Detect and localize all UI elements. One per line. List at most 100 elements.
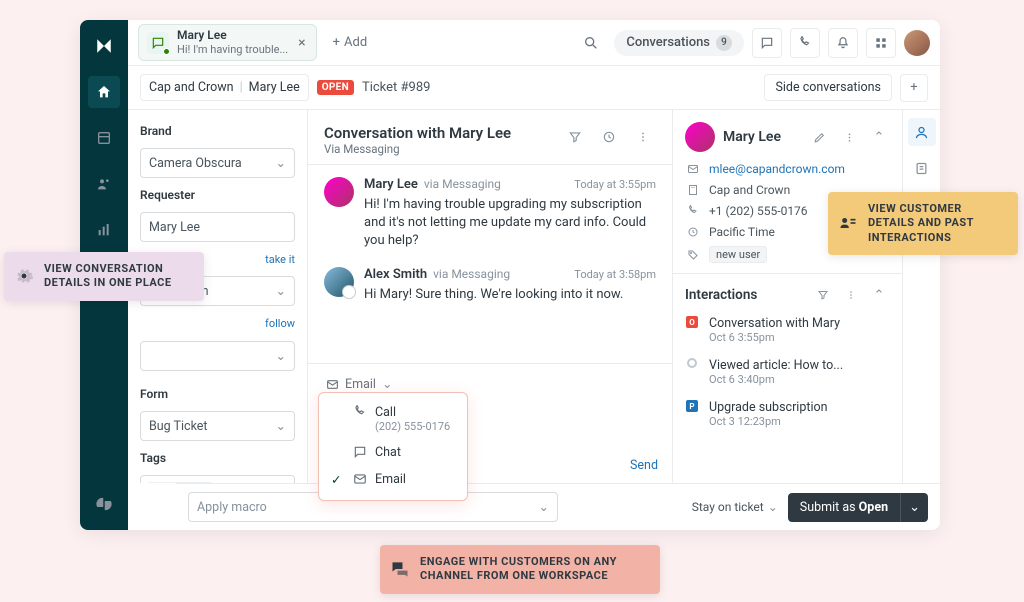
workspace: Brand Camera Obscura ⌄ Requester Mary Le… (128, 110, 940, 483)
message: Mary Lee via Messaging Today at 3:55pm H… (324, 177, 656, 251)
channel-label: Email (345, 377, 376, 392)
gear-icon (14, 266, 34, 286)
phone-icon[interactable] (790, 28, 820, 58)
tl-title: Viewed article: How to... (709, 358, 843, 373)
footer-bar: Apply macro ⌄ Stay on ticket ⌄ Submit as… (176, 483, 940, 530)
timeline-item[interactable]: Viewed article: How to... Oct 6 3:40pm (685, 358, 890, 386)
more-icon[interactable] (840, 284, 862, 306)
follow-link[interactable]: follow (265, 317, 295, 330)
email-row: mlee@capandcrown.com (685, 162, 890, 176)
channel-option-chat[interactable]: Chat (319, 439, 467, 466)
msg-via: via Messaging (433, 267, 510, 281)
channel-option-email[interactable]: ✓ Email (319, 466, 467, 494)
home-icon[interactable] (88, 76, 120, 108)
callout-text: ENGAGE WITH CUSTOMERS ON ANY CHANNEL FRO… (420, 555, 617, 582)
tags-label: Tags (140, 451, 295, 465)
knowledge-icon[interactable] (908, 154, 936, 182)
customer-tz: Pacific Time (709, 225, 775, 239)
chevron-down-icon: ⌄ (539, 499, 549, 515)
chevron-down-icon: ⌄ (276, 155, 286, 171)
side-conversations-button[interactable]: Side conversations (764, 74, 892, 101)
compose-area: Email ⌄ Call (202) 555-0176 (308, 363, 672, 483)
add-side-conv-button[interactable]: + (900, 74, 928, 102)
add-tab-button[interactable]: +Add (325, 31, 376, 54)
followers-select[interactable]: ⌄ (140, 341, 295, 371)
submit-dropdown[interactable]: ⌄ (900, 493, 928, 522)
msg-author: Alex Smith (364, 267, 427, 282)
timeline-item[interactable]: P Upgrade subscription Oct 3 12:23pm (685, 400, 890, 428)
history-icon[interactable] (596, 124, 622, 150)
search-icon[interactable] (576, 28, 606, 58)
filter-icon[interactable] (562, 124, 588, 150)
message: Alex Smith via Messaging Today at 3:58pm… (324, 267, 656, 304)
conversation-subtitle: Via Messaging (324, 142, 554, 156)
msg-time: Today at 3:55pm (574, 178, 656, 191)
tl-time: Oct 3 12:23pm (709, 415, 828, 428)
collapse-icon[interactable]: ⌃ (868, 284, 890, 306)
more-icon[interactable] (838, 126, 860, 148)
crumb-org: Cap and Crown (149, 80, 234, 95)
form-select[interactable]: Bug Ticket ⌄ (140, 411, 295, 441)
tags-input[interactable]: new user × (140, 475, 295, 483)
main-area: Mary Lee Hi! I'm having trouble... × +Ad… (128, 20, 940, 530)
reports-icon[interactable] (88, 214, 120, 246)
customer-company: Cap and Crown (709, 183, 790, 197)
tl-title: Conversation with Mary (709, 316, 840, 331)
stay-on-ticket-select[interactable]: Stay on ticket ⌄ (692, 500, 778, 514)
send-button[interactable]: Send (630, 458, 658, 473)
more-icon[interactable] (630, 124, 656, 150)
status-badge: OPEN (317, 80, 354, 95)
collapse-icon[interactable]: ⌃ (868, 126, 890, 148)
brand-select[interactable]: Camera Obscura ⌄ (140, 148, 295, 178)
requester-value: Mary Lee (149, 220, 200, 235)
conversation-panel: Conversation with Mary Lee Via Messaging… (308, 110, 672, 483)
email-icon (685, 163, 701, 175)
zendesk-icon[interactable] (88, 488, 120, 520)
chat-bubbles-icon (390, 559, 410, 579)
customers-icon[interactable] (88, 168, 120, 200)
channel-popup: Call (202) 555-0176 Chat ✓ Ema (318, 392, 468, 501)
callout-text: VIEW CONVERSATION DETAILS IN ONE PLACE (44, 262, 172, 289)
views-icon[interactable] (88, 122, 120, 154)
tl-time: Oct 6 3:55pm (709, 331, 840, 344)
logo-icon[interactable] (88, 30, 120, 62)
bell-icon[interactable] (828, 28, 858, 58)
brand-label: Brand (140, 124, 295, 138)
conversation-header: Conversation with Mary Lee Via Messaging (308, 110, 672, 165)
form-value: Bug Ticket (149, 419, 208, 434)
clock-icon (685, 226, 701, 238)
take-it-link[interactable]: take it (265, 253, 295, 266)
msg-author: Mary Lee (364, 177, 418, 192)
customer-phone: +1 (202) 555-0176 (709, 204, 808, 218)
user-icon[interactable] (908, 118, 936, 146)
conversation-title: Conversation with Mary Lee (324, 124, 554, 142)
callout-right: VIEW CUSTOMER DETAILS AND PAST INTERACTI… (828, 192, 1018, 255)
app-window: Mary Lee Hi! I'm having trouble... × +Ad… (80, 20, 940, 530)
customer-panel: Mary Lee ⌃ mlee@capandcrown.com Cap and … (672, 110, 902, 483)
timeline-item[interactable]: O Conversation with Mary Oct 6 3:55pm (685, 316, 890, 344)
crumb-user: Mary Lee (249, 80, 300, 95)
topbar: Mary Lee Hi! I'm having trouble... × +Ad… (128, 20, 940, 66)
breadcrumb[interactable]: Cap and Crown | Mary Lee (140, 74, 309, 101)
edit-icon[interactable] (808, 126, 830, 148)
chevron-down-icon: ⌄ (768, 500, 778, 514)
chevron-down-icon: ⌄ (909, 500, 920, 515)
customer-email[interactable]: mlee@capandcrown.com (709, 162, 845, 176)
call-number: (202) 555-0176 (375, 420, 450, 433)
check-icon: ✓ (331, 472, 345, 488)
user-avatar[interactable] (904, 30, 930, 56)
filter-icon[interactable] (812, 284, 834, 306)
channel-option-call[interactable]: Call (202) 555-0176 (319, 399, 467, 439)
close-icon[interactable]: × (296, 35, 307, 51)
chat-icon-top[interactable] (752, 28, 782, 58)
submit-button[interactable]: Submit as Open ⌄ (788, 493, 928, 522)
conversation-tab[interactable]: Mary Lee Hi! I'm having trouble... × (138, 24, 317, 60)
context-bar: Cap and Crown | Mary Lee OPEN Ticket #98… (128, 66, 940, 110)
msg-text: Hi Mary! Sure thing. We're looking into … (364, 286, 656, 304)
requester-input[interactable]: Mary Lee (140, 212, 295, 242)
apps-icon[interactable] (866, 28, 896, 58)
conversations-pill[interactable]: Conversations 9 (614, 30, 744, 56)
callout-bottom: ENGAGE WITH CUSTOMERS ON ANY CHANNEL FRO… (380, 545, 660, 594)
open-badge-icon: O (686, 316, 698, 328)
avatar (324, 177, 354, 207)
